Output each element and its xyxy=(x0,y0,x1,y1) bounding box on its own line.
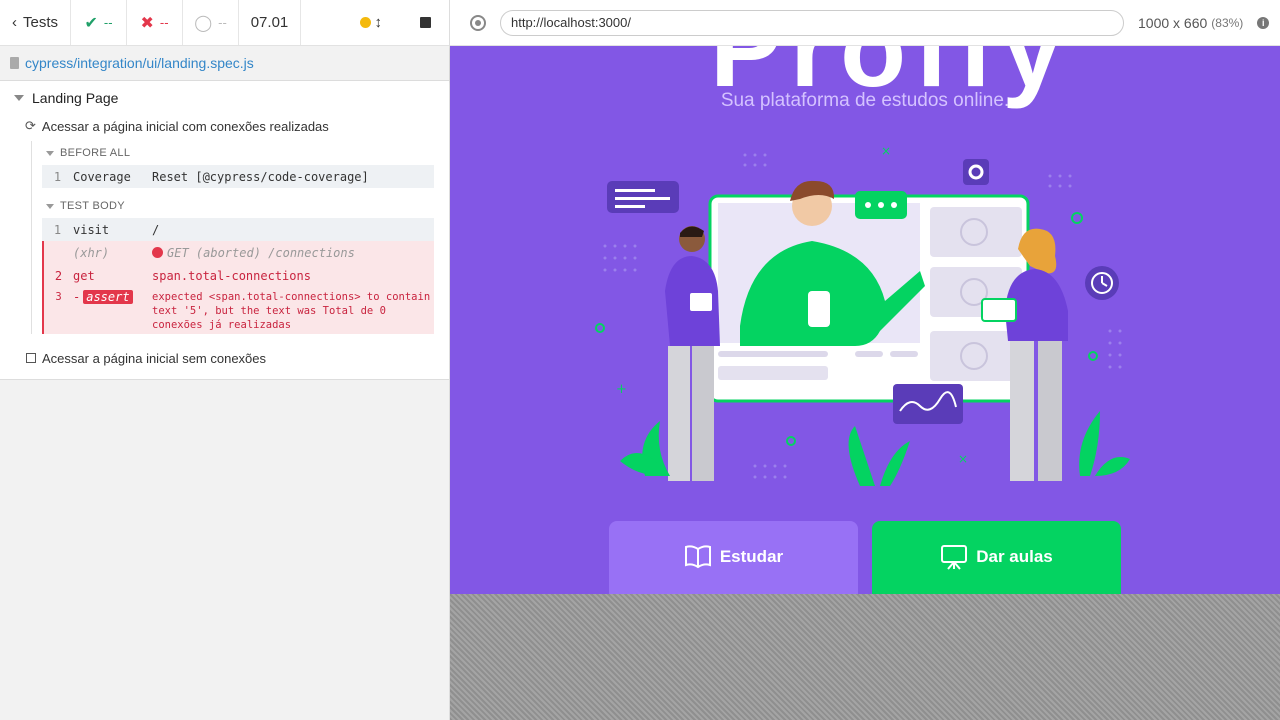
caret-down-icon xyxy=(46,150,54,156)
refresh-icon: ⟳ xyxy=(25,118,36,133)
x-icon: ✖ xyxy=(140,14,154,32)
back-to-tests-button[interactable]: ‹ Tests xyxy=(0,0,71,45)
auto-scroll-toggle[interactable]: ↕ xyxy=(359,14,383,31)
checkbox-icon xyxy=(26,353,36,363)
aut-panel: http://localhost:3000/ 1000 x 660 (83%) … xyxy=(450,0,1280,720)
command-row[interactable]: 1 visit / xyxy=(42,218,434,241)
book-open-icon xyxy=(684,545,711,569)
selector-playground-icon[interactable] xyxy=(470,14,486,31)
passed-stat: ✔ -- xyxy=(71,0,127,45)
chevron-left-icon: ‹ xyxy=(11,14,17,31)
info-icon[interactable]: i xyxy=(1257,16,1270,29)
command-row[interactable]: 1 Coverage Reset [@cypress/code-coverage… xyxy=(42,165,434,188)
error-dot-icon xyxy=(152,247,163,258)
test-title: Acessar a página inicial com conexões re… xyxy=(41,118,329,134)
command-row-xhr[interactable]: (xhr) GET (aborted) /connections xyxy=(42,241,434,264)
tagline: Sua plataforma de estudos online. xyxy=(720,90,1010,111)
give-classes-button[interactable]: Dar aulas xyxy=(872,521,1121,594)
hook-test-body[interactable]: TEST BODY xyxy=(42,194,434,218)
reporter-panel: ‹ Tests ✔ -- ✖ -- ◯ -- 07.01 ↕ cypress/i… xyxy=(0,0,450,720)
spec-path-link[interactable]: cypress/integration/ui/landing.spec.js xyxy=(25,55,254,71)
assert-badge: assert xyxy=(83,290,133,304)
hero-illustration: × × + xyxy=(595,144,1130,486)
test-row[interactable]: Acessar a página inicial sem conexões xyxy=(0,344,449,372)
test-title: Acessar a página inicial sem conexões xyxy=(42,350,267,366)
suite-row[interactable]: Landing Page xyxy=(0,85,449,111)
runnables-list: Landing Page ⟳ Acessar a página inicial … xyxy=(0,81,449,380)
assert-message: expected <span.total-connections> to con… xyxy=(152,291,431,331)
url-field[interactable]: http://localhost:3000/ xyxy=(500,9,1124,36)
pending-stat: ◯ -- xyxy=(183,0,239,45)
caret-down-icon xyxy=(46,203,54,209)
app-iframe: Proffy Sua plataforma de estudos online. xyxy=(450,46,1280,594)
presentation-icon xyxy=(941,545,968,570)
command-row-assert[interactable]: 3 - assert expected <span.total-connectio… xyxy=(42,287,434,334)
file-icon xyxy=(10,57,19,69)
hook-before-all[interactable]: BEFORE ALL xyxy=(42,141,434,165)
arrows-vertical-icon: ↕ xyxy=(374,14,383,31)
svg-text:×: × xyxy=(958,452,968,466)
logo: Proffy xyxy=(710,46,1071,109)
check-icon: ✔ xyxy=(84,14,98,32)
viewport-info: 1000 x 660 (83%) i xyxy=(1138,15,1270,31)
test-commands: BEFORE ALL 1 Coverage Reset [@cypress/co… xyxy=(31,141,434,334)
url-bar: http://localhost:3000/ 1000 x 660 (83%) … xyxy=(450,0,1280,46)
command-row-get[interactable]: 2 get span.total-connections xyxy=(42,264,434,287)
reporter-header: ‹ Tests ✔ -- ✖ -- ◯ -- 07.01 ↕ xyxy=(0,0,449,46)
study-button[interactable]: Estudar xyxy=(609,521,858,594)
circle-notch-icon: ◯ xyxy=(194,14,213,32)
svg-text:+: + xyxy=(616,382,627,397)
stop-icon[interactable] xyxy=(420,17,431,28)
duration: 07.01 xyxy=(239,0,301,45)
tests-label: Tests xyxy=(22,14,58,31)
status-dot-icon xyxy=(359,17,371,28)
spec-path-bar: cypress/integration/ui/landing.spec.js xyxy=(0,46,449,81)
caret-down-icon xyxy=(14,95,24,101)
controls: ↕ xyxy=(301,0,449,45)
svg-text:×: × xyxy=(881,144,891,158)
failed-stat: ✖ -- xyxy=(127,0,183,45)
suite-title: Landing Page xyxy=(32,90,119,106)
test-row[interactable]: ⟳ Acessar a página inicial com conexões … xyxy=(0,111,449,141)
